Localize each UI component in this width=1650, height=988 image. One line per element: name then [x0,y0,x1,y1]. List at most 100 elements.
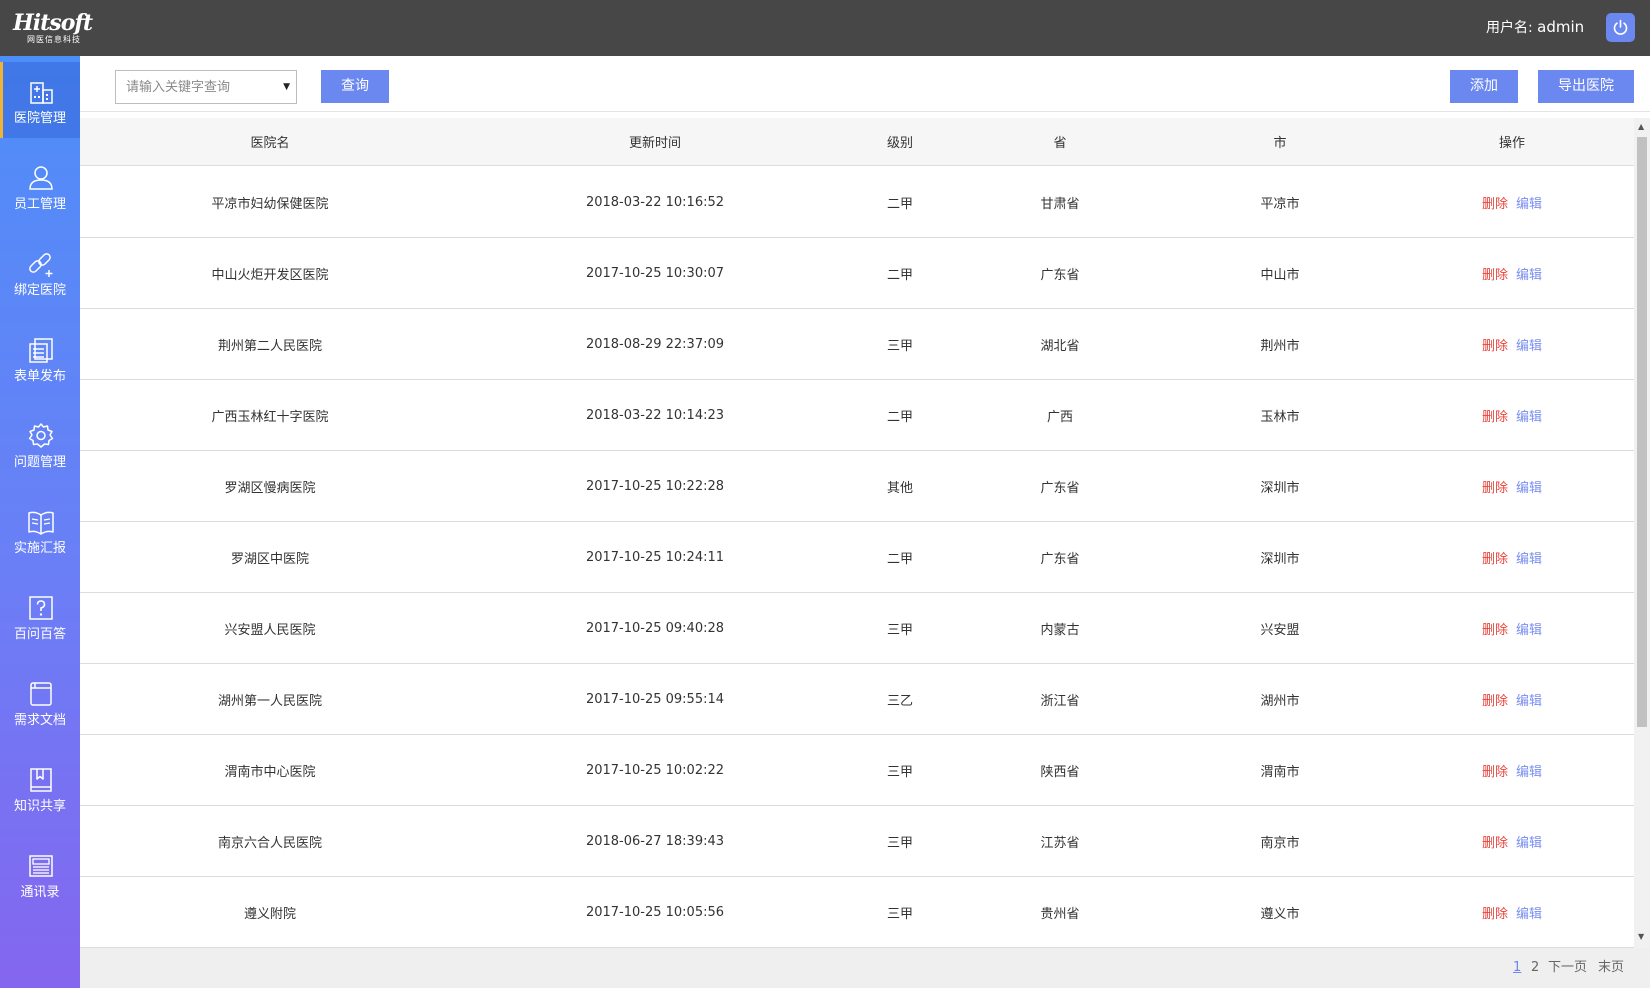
hospital-name-cell: 南京六合人民医院 [217,835,322,851]
query-button[interactable]: 查询 [321,70,389,103]
document-icon [30,682,52,706]
last-page-link[interactable]: 末页 [1598,960,1624,976]
sidebar-item-label: 百问百答 [13,627,66,642]
column-header-city: 市 [1273,136,1287,151]
edit-link[interactable]: 编辑 [1516,548,1542,567]
delete-link[interactable]: 删除 [1482,619,1508,638]
province-cell: 广东省 [1040,551,1080,567]
page-link-1[interactable]: 1 [1513,960,1521,976]
pagination-bar: 1 2 下一页 末页 [80,948,1650,988]
search-input[interactable] [116,71,276,103]
updated-time-cell: 2018-03-22 10:16:52 [585,194,725,210]
hospital-name-cell: 湖州第一人民医院 [217,693,322,709]
delete-link[interactable]: 删除 [1482,690,1508,709]
user-icon [29,166,53,190]
sidebar-item-issue-management[interactable]: 问题管理 [0,406,80,482]
gear-icon [28,423,54,448]
logo-subtitle: 网医信息科技 [27,35,81,44]
hospital-name-cell: 荆州第二人民医院 [217,338,322,354]
column-header-name: 医院名 [250,136,290,151]
city-cell: 平凉市 [1260,196,1300,212]
level-cell: 其他 [886,480,913,496]
delete-link[interactable]: 删除 [1482,335,1508,354]
updated-time-cell: 2017-10-25 10:02:22 [585,762,725,778]
sidebar-item-label: 实施汇报 [13,541,66,556]
level-cell: 二甲 [886,267,913,283]
sidebar-item-requirement-docs[interactable]: 需求文档 [0,664,80,740]
city-cell: 兴安盟 [1260,622,1300,638]
delete-link[interactable]: 删除 [1482,761,1508,780]
updated-time-cell: 2018-06-27 18:39:43 [585,833,725,849]
table-row: 罗湖区中医院 2017-10-25 10:24:11 二甲 广东省 深圳市 删除 编辑 [80,522,1634,593]
scroll-down-icon[interactable]: ▼ [1638,932,1644,941]
sidebar-item-hospital-management[interactable]: 医院管理 [0,62,80,138]
scroll-up-icon[interactable]: ▲ [1638,122,1644,131]
hospital-name-cell: 罗湖区慢病医院 [224,480,316,496]
sidebar-item-form-publish[interactable]: 表单发布 [0,320,80,396]
edit-link[interactable]: 编辑 [1516,619,1542,638]
sidebar-item-label: 表单发布 [13,369,66,384]
level-cell: 三甲 [886,622,913,638]
actions-cell: 删除 编辑 [1390,309,1634,379]
top-bar: Hitsoft 网医信息科技 用户名: admin [0,0,1650,56]
delete-link[interactable]: 删除 [1482,193,1508,212]
sidebar-item-implementation-report[interactable]: 实施汇报 [0,492,80,568]
search-select[interactable]: ▼ [115,70,297,104]
province-cell: 广西 [1046,409,1073,425]
edit-link[interactable]: 编辑 [1516,832,1542,851]
edit-link[interactable]: 编辑 [1516,761,1542,780]
city-cell: 玉林市 [1260,409,1300,425]
page-link-2[interactable]: 2 [1531,960,1539,976]
actions-cell: 删除 编辑 [1390,806,1634,876]
table-row: 罗湖区慢病医院 2017-10-25 10:22:28 其他 广东省 深圳市 删除 编辑 [80,451,1634,522]
level-cell: 二甲 [886,196,913,212]
province-cell: 江苏省 [1040,835,1080,851]
actions-cell: 删除 编辑 [1390,593,1634,663]
actions-cell: 删除 编辑 [1390,167,1634,237]
table-row: 中山火炬开发区医院 2017-10-25 10:30:07 二甲 广东省 中山市 删除 编辑 [80,238,1634,309]
sidebar-item-staff-management[interactable]: 员工管理 [0,148,80,224]
sidebar-item-bind-hospital[interactable]: 绑定医院 [0,234,80,310]
delete-link[interactable]: 删除 [1482,477,1508,496]
edit-link[interactable]: 编辑 [1516,477,1542,496]
delete-link[interactable]: 删除 [1482,264,1508,283]
edit-link[interactable]: 编辑 [1516,193,1542,212]
delete-link[interactable]: 删除 [1482,832,1508,851]
sidebar-item-label: 需求文档 [13,713,66,728]
edit-link[interactable]: 编辑 [1516,903,1542,922]
table-row: 荆州第二人民医院 2018-08-29 22:37:09 三甲 湖北省 荆州市 删除 编辑 [80,309,1634,380]
caret-down-icon[interactable]: ▼ [283,82,290,92]
sidebar-item-address-book[interactable]: 通讯录 [0,836,80,912]
city-cell: 深圳市 [1260,480,1300,496]
logout-button[interactable] [1606,13,1635,42]
table-header: 医院名 更新时间 级别 省 市 操作 [80,118,1634,166]
sidebar-item-knowledge-share[interactable]: 知识共享 [0,750,80,826]
edit-link[interactable]: 编辑 [1516,690,1542,709]
newspaper-icon [29,855,53,877]
hospital-name-cell: 罗湖区中医院 [230,551,309,567]
edit-link[interactable]: 编辑 [1516,406,1542,425]
user-info: 用户名: admin [1486,17,1584,37]
level-cell: 三甲 [886,338,913,354]
edit-link[interactable]: 编辑 [1516,335,1542,354]
add-button[interactable]: 添加 [1450,70,1518,103]
table-row: 平凉市妇幼保健医院 2018-03-22 10:16:52 二甲 甘肃省 平凉市 删除 编辑 [80,167,1634,238]
edit-link[interactable]: 编辑 [1516,264,1542,283]
sidebar-item-label: 知识共享 [13,799,66,814]
vertical-scrollbar[interactable]: ▲ ▼ [1634,118,1650,948]
delete-link[interactable]: 删除 [1482,903,1508,922]
hospital-name-cell: 中山火炬开发区医院 [211,267,329,283]
export-hospitals-button[interactable]: 导出医院 [1538,70,1634,103]
power-icon [1613,19,1628,35]
delete-link[interactable]: 删除 [1482,548,1508,567]
delete-link[interactable]: 删除 [1482,406,1508,425]
city-cell: 南京市 [1260,835,1300,851]
scrollbar-thumb[interactable] [1637,137,1647,727]
hospital-name-cell: 平凉市妇幼保健医院 [211,196,329,212]
sidebar-item-label: 问题管理 [13,455,66,470]
next-page-link[interactable]: 下一页 [1548,960,1587,976]
sidebar-item-faq[interactable]: 百问百答 [0,578,80,654]
table-row: 广西玉林红十字医院 2018-03-22 10:14:23 二甲 广西 玉林市 删除 编辑 [80,380,1634,451]
column-header-province: 省 [1053,136,1067,151]
actions-cell: 删除 编辑 [1390,664,1634,734]
